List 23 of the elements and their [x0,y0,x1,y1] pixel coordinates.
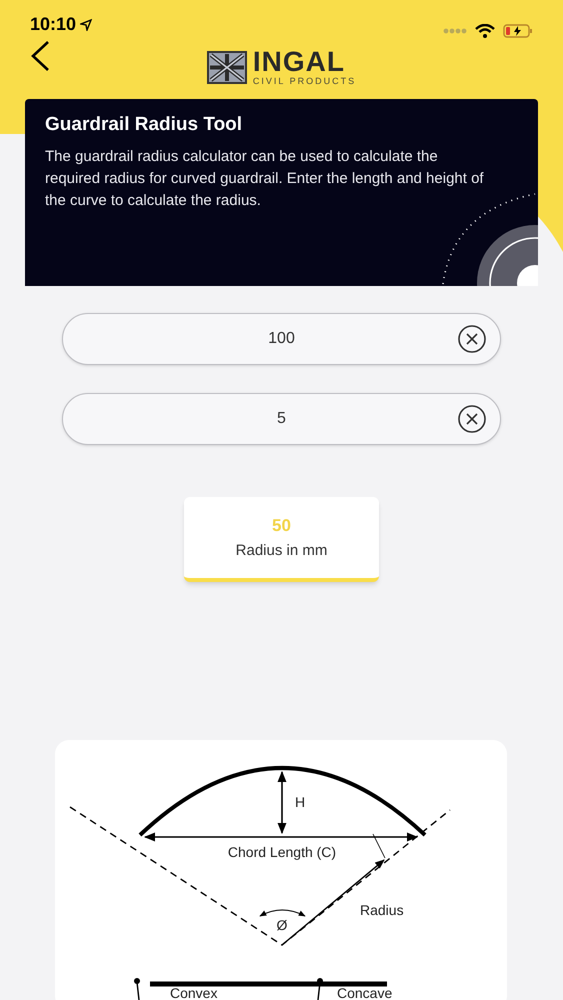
battery-icon [503,24,533,38]
input-field[interactable]: 5 [62,393,501,445]
brand-name: INGAL [252,48,346,76]
chord-label: Chord Length (C) [228,844,336,860]
input-field[interactable]: 100 [62,313,501,365]
clear-icon[interactable] [457,404,487,434]
convex-label: Convex [170,985,218,1000]
height-label: H [295,794,306,810]
angle-label: Ø [276,917,288,933]
back-icon[interactable] [30,40,50,72]
concave-label: Concave [337,985,392,1000]
wifi-icon [475,24,495,38]
clear-icon[interactable] [457,324,487,354]
logo-icon [206,50,247,84]
result-value: 50 [272,514,291,536]
signal-icon [443,28,467,34]
status-time: 10:10 [30,13,76,36]
card-title: Guardrail Radius Tool [45,113,244,137]
location-icon [80,18,92,30]
result-label: Radius in mm [236,541,328,561]
card-description: The guardrail radius calculator can be used to calculate the required radius for curved guardrail. Enter the length and height of the curve to calculate the radius. [45,146,485,210]
radius-label: Radius [360,902,404,918]
brand-tagline: CIVIL PRODUCTS [252,77,356,86]
